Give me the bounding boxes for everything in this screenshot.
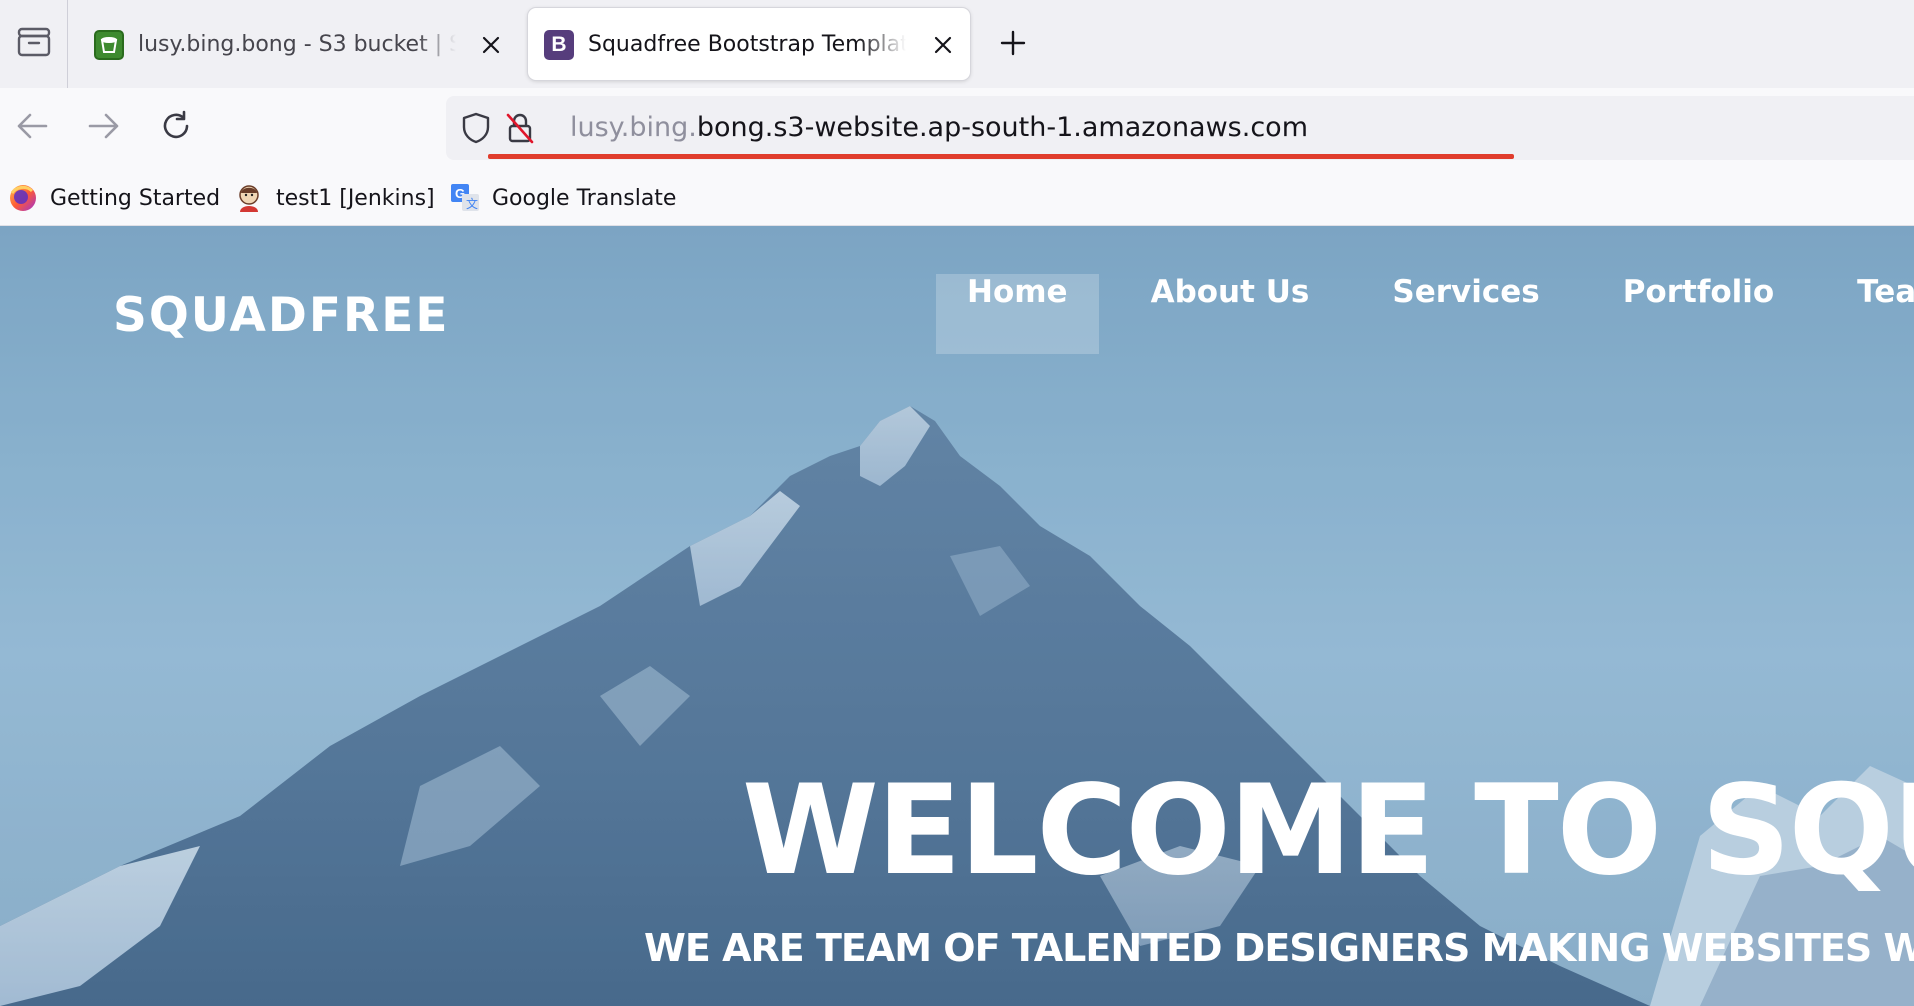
bookmark-jenkins[interactable]: test1 [Jenkins] — [234, 178, 435, 218]
hero-subtitle: WE ARE TEAM OF TALENTED DESIGNERS MAKING… — [644, 926, 1914, 970]
tab-list-icon — [17, 27, 51, 61]
bookmark-label: Getting Started — [50, 185, 221, 211]
tracking-protection-shield-icon[interactable] — [460, 112, 492, 144]
forward-button[interactable] — [82, 106, 126, 150]
s3-bucket-icon — [94, 30, 124, 60]
bookmark-label: test1 [Jenkins] — [276, 185, 435, 211]
nav-about-us[interactable]: About Us — [1120, 274, 1341, 354]
svg-text:文: 文 — [466, 196, 478, 211]
url-text[interactable]: lusy.bing.bong.s3-website.ap-south-1.ama… — [570, 110, 1308, 146]
nav-portfolio[interactable]: Portfolio — [1592, 274, 1805, 354]
tab-squadfree[interactable]: B Squadfree Bootstrap Template - Index — [528, 8, 970, 80]
back-button[interactable] — [10, 106, 54, 150]
nav-services[interactable]: Services — [1361, 274, 1570, 354]
back-arrow-icon — [16, 112, 48, 144]
forward-arrow-icon — [88, 112, 120, 144]
site-logo[interactable]: SQUADFREE — [113, 288, 449, 343]
hero-title: WELCOME TO SQUADFREE — [742, 759, 1914, 903]
plus-icon — [999, 29, 1027, 61]
bootstrap-icon: B — [544, 30, 574, 60]
url-highlight-underline — [488, 154, 1514, 159]
bookmarks-toolbar: Getting Started test1 [Jenkins] G 文 Goog… — [0, 170, 1914, 226]
bookmark-getting-started[interactable]: Getting Started — [8, 178, 220, 218]
url-bar[interactable]: lusy.bing.bong.s3-website.ap-south-1.ama… — [446, 96, 1914, 160]
nav-home[interactable]: Home — [936, 274, 1099, 354]
tab-list-button[interactable] — [0, 0, 68, 88]
close-tab-icon[interactable] — [930, 32, 956, 58]
insecure-connection-lock-icon[interactable] — [504, 112, 536, 144]
reload-button[interactable] — [154, 106, 198, 150]
firefox-icon — [8, 183, 38, 213]
url-subdomain: lusy.bing. — [570, 112, 697, 143]
tab-title: lusy.bing.bong - S3 bucket | S3 — [138, 32, 456, 57]
page-viewport: SQUADFREE Home About Us Services Portfol… — [0, 226, 1914, 1006]
bookmark-label: Google Translate — [492, 185, 677, 211]
google-translate-icon: G 文 — [450, 183, 480, 213]
new-tab-button[interactable] — [992, 24, 1034, 66]
site-nav: Home About Us Services Portfolio Team — [936, 274, 1914, 354]
url-domain: bong.s3-website.ap-south-1.amazonaws.com — [696, 112, 1309, 143]
tab-title: Squadfree Bootstrap Template - Index — [588, 32, 906, 57]
bookmark-google-translate[interactable]: G 文 Google Translate — [450, 178, 676, 218]
close-tab-icon[interactable] — [478, 32, 504, 58]
reload-icon — [160, 110, 192, 146]
tab-strip: lusy.bing.bong - S3 bucket | S3 B Squadf… — [0, 0, 1914, 88]
nav-team[interactable]: Team — [1826, 274, 1914, 354]
jenkins-icon — [234, 183, 264, 213]
tab-s3-bucket[interactable]: lusy.bing.bong - S3 bucket | S3 — [78, 8, 518, 80]
